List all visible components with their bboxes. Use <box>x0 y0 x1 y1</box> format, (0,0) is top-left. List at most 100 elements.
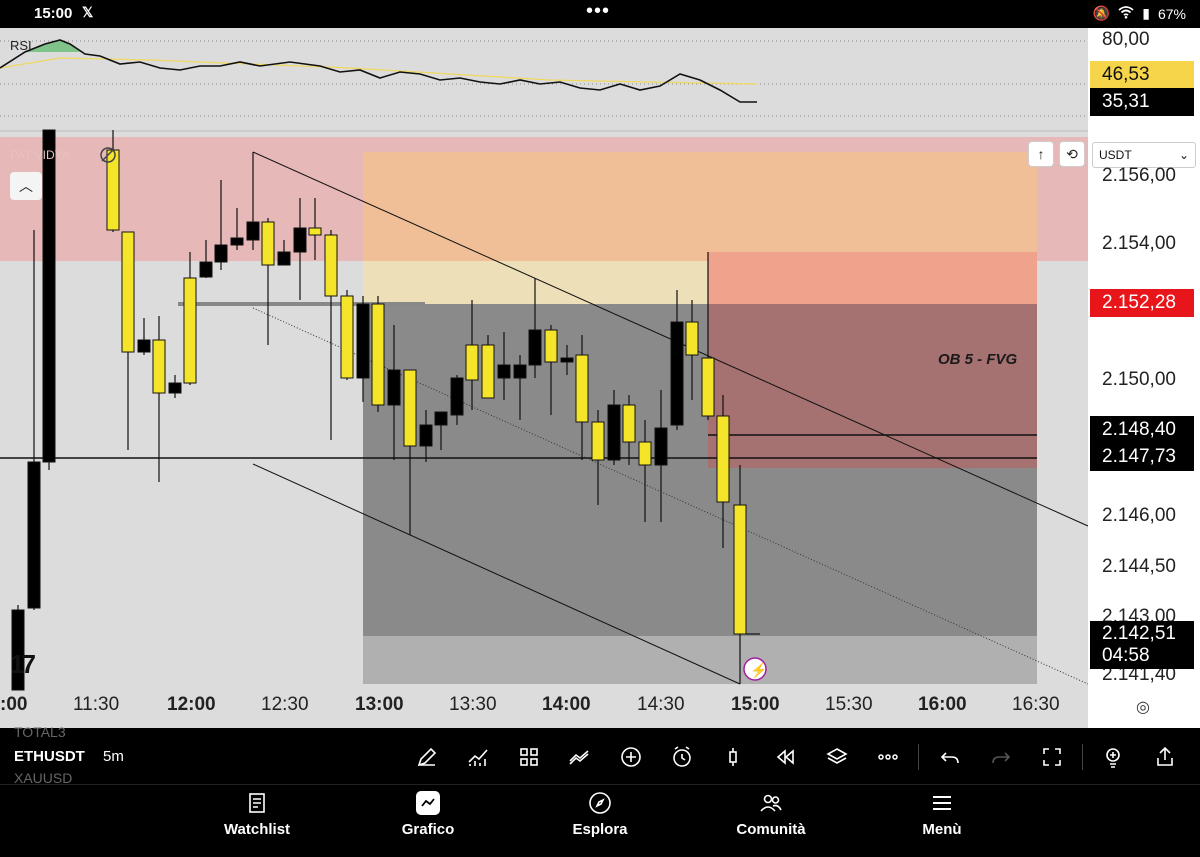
nav-community[interactable]: Comunità <box>716 791 826 838</box>
bull-candle <box>465 344 479 381</box>
bull-candle <box>733 504 747 635</box>
bear-candle <box>230 237 244 246</box>
time-axis-label: 12:00 <box>167 694 216 715</box>
bear-candle <box>214 244 228 263</box>
bear-candle <box>670 321 684 426</box>
templates-icon[interactable] <box>514 742 544 772</box>
line-price-tag: 2.148,40 <box>1090 416 1194 444</box>
bear-candle <box>356 303 370 379</box>
currency-value: USDT <box>1099 148 1132 162</box>
bull-candle <box>591 421 605 461</box>
price-axis-label: 80,00 <box>1102 29 1150 50</box>
hide-indicator-icon[interactable] <box>98 145 118 165</box>
symbol-name[interactable]: ETHUSDT <box>14 748 85 765</box>
bull-candle <box>622 404 636 443</box>
time-axis-label: 16:30 <box>1012 694 1060 715</box>
nav-label: Comunità <box>736 821 806 838</box>
bear-candle <box>528 329 542 366</box>
bull-candle <box>481 344 495 399</box>
prev-symbol[interactable]: TOTAL3 <box>14 724 66 740</box>
price-axis-label: 2.146,00 <box>1102 505 1176 526</box>
chevron-down-icon: ⌄ <box>1178 148 1189 162</box>
compass-icon <box>589 792 611 814</box>
bull-candle <box>544 329 558 363</box>
bear-candle <box>450 377 464 416</box>
tradingview-logo: 17 <box>10 649 36 679</box>
svg-text:⚡: ⚡ <box>750 662 767 679</box>
time-axis-label: 15:00 <box>731 694 780 715</box>
refresh-button[interactable]: ⟲ <box>1059 141 1085 167</box>
bear-candle <box>293 227 307 253</box>
bull-candle <box>685 321 699 356</box>
collapse-indicators-button[interactable]: ︿ <box>10 172 42 200</box>
bull-candle <box>575 354 589 423</box>
chart-icon <box>416 791 440 815</box>
price-axis-label: 2.156,00 <box>1102 165 1176 186</box>
draw-icon[interactable] <box>412 742 442 772</box>
bear-candle <box>419 424 433 447</box>
current-price-tag: 2.152,28 <box>1090 289 1194 317</box>
undo-icon[interactable] <box>935 742 965 772</box>
alert-icon[interactable] <box>667 742 697 772</box>
indicators-icon[interactable] <box>463 742 493 772</box>
bull-candle <box>716 415 730 503</box>
bear-candle <box>654 427 668 466</box>
indicator-label: PAT VIDYA <box>10 148 70 162</box>
bear-candle <box>277 251 291 266</box>
bear-candle <box>434 411 448 426</box>
idea-icon[interactable] <box>1098 742 1128 772</box>
bull-candle <box>403 369 417 447</box>
list-icon <box>249 793 265 813</box>
price-axis-label: 2.150,00 <box>1102 369 1176 390</box>
replay-icon[interactable] <box>770 742 800 772</box>
chart-type-icon[interactable] <box>718 742 748 772</box>
bull-candle <box>152 339 166 394</box>
line-price-tag: 2.147,73 <box>1090 443 1194 471</box>
price-chart[interactable]: ⚡ <box>0 0 1200 728</box>
bull-candle <box>371 303 385 406</box>
price-axis-label: 2.154,00 <box>1102 233 1176 254</box>
app-root: 15:00 𝕏 ••• 🔕 ▮ 67% ⚡ RSI PAT VIDYA ︿ ↑ … <box>0 0 1200 857</box>
chart-settings-icon[interactable]: ◎ <box>1136 697 1150 717</box>
time-axis-label: 15:30 <box>825 694 873 715</box>
interval-button[interactable]: 5m <box>103 748 124 765</box>
bull-candle <box>701 357 715 417</box>
strategy-icon[interactable] <box>565 742 595 772</box>
nav-menu[interactable]: Menù <box>887 791 997 838</box>
fullscreen-icon[interactable] <box>1037 742 1067 772</box>
nav-watchlist[interactable]: Watchlist <box>202 791 312 838</box>
time-axis-label: 13:30 <box>449 694 497 715</box>
layers-icon[interactable] <box>822 742 852 772</box>
candle-countdown: 04:58 <box>1102 645 1150 666</box>
share-icon[interactable] <box>1150 742 1180 772</box>
time-axis-label: 16:00 <box>918 694 967 715</box>
bear-candle <box>560 357 574 363</box>
add-icon[interactable] <box>616 742 646 772</box>
people-icon <box>760 794 782 812</box>
price-axis-label: 2.144,50 <box>1102 556 1176 577</box>
rsi-value-tag: 35,31 <box>1090 88 1194 116</box>
nav-explore[interactable]: Esplora <box>545 791 655 838</box>
bull-candle <box>261 221 275 266</box>
rsi-label: RSI <box>10 38 32 53</box>
chart-toolbar: TOTAL3 ETHUSDT XAUUSD 5m <box>0 724 1200 786</box>
last-price: 2.142,51 <box>1102 623 1176 644</box>
more-icon[interactable] <box>873 742 903 772</box>
redo-icon[interactable] <box>986 742 1016 772</box>
nav-chart[interactable]: Grafico <box>373 791 483 838</box>
order-block-zone <box>708 252 1037 304</box>
scroll-up-button[interactable]: ↑ <box>1028 141 1054 167</box>
bear-candle <box>42 129 56 463</box>
bear-candle <box>199 261 213 278</box>
bear-candle <box>27 461 41 609</box>
bull-candle <box>308 227 322 236</box>
bull-candle <box>183 277 197 384</box>
bear-candle <box>168 382 182 394</box>
bull-candle <box>121 231 135 353</box>
toolbar-divider <box>918 744 919 770</box>
bear-candle <box>497 364 511 379</box>
time-axis-label: 14:30 <box>637 694 685 715</box>
bull-candle <box>340 295 354 379</box>
time-axis-label: 13:00 <box>355 694 404 715</box>
last-price-tag: 2.142,51 04:58 <box>1090 621 1194 669</box>
